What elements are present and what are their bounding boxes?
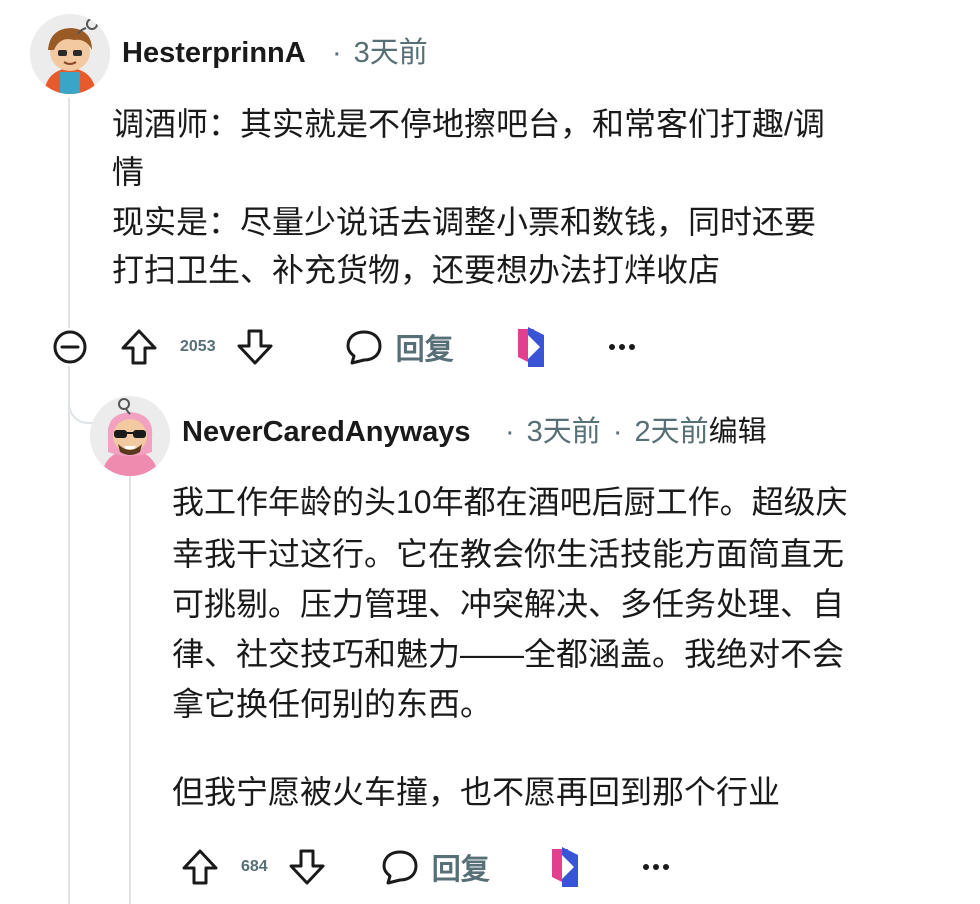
body-line: 可挑剔。压力管理、冲突解决、多任务处理、自 [172, 586, 845, 622]
comment-actions: 2053 回复 [118, 325, 636, 369]
award-button[interactable] [548, 845, 584, 889]
body-line: 幸我干过这行。它在教会你生活技能方面简直无 [172, 536, 845, 572]
award-button[interactable] [514, 325, 550, 369]
reply-icon [382, 850, 418, 885]
reply-icon [346, 330, 382, 365]
reply-label: 回复 [395, 334, 454, 366]
award-icon [517, 327, 544, 367]
comment-actions: 684 回复 [179, 845, 670, 889]
more-icon [608, 344, 635, 350]
comment-time[interactable]: 3天前 [354, 37, 428, 69]
body-line: 但我宁愿被火车撞，也不愿再回到那个行业 [172, 774, 781, 810]
username[interactable]: NeverCaredAnyways [182, 415, 471, 449]
thread-line-main[interactable] [68, 98, 70, 328]
downvote-icon [289, 849, 325, 885]
avatar-image [30, 14, 110, 94]
meta-separator: · [505, 416, 515, 448]
avatar[interactable] [90, 396, 170, 476]
comment-time[interactable]: 3天前 [527, 416, 601, 448]
body-line: 调酒师：其实就是不停地擦吧台，和常客们打趣/调 [112, 106, 825, 142]
downvote-button[interactable] [234, 326, 276, 368]
edited-label: 编辑 [708, 416, 767, 448]
body-line: 我工作年龄的头10年都在酒吧后厨工作。超级庆 [172, 484, 848, 520]
more-icon [642, 864, 669, 870]
vote-count: 684 [241, 858, 268, 875]
award-icon [551, 847, 578, 887]
reply-label: 回复 [431, 854, 490, 886]
body-line: 律、社交技巧和魅力——全都涵盖。我绝对不会 [172, 636, 845, 672]
collapse-button[interactable] [51, 328, 89, 366]
meta-separator: · [612, 416, 623, 448]
body-line: 打扫卫生、补充货物，还要想办法打烊收店 [112, 252, 721, 288]
upvote-icon [121, 329, 157, 365]
body-line: 情 [112, 154, 145, 190]
more-button[interactable] [608, 342, 636, 352]
body-line: 现实是：尽量少说话去调整小票和数钱，同时还要 [112, 204, 817, 240]
meta-separator: · [332, 37, 342, 69]
edited-time: 2天前 [634, 416, 709, 448]
upvote-button[interactable] [118, 326, 160, 368]
more-button[interactable] [642, 862, 670, 872]
body-line: 拿它换任何别的东西。 [172, 686, 493, 722]
avatar[interactable] [30, 14, 110, 94]
reply-button[interactable]: 回复 [380, 846, 490, 888]
username[interactable]: HesterprinnA [122, 36, 306, 70]
downvote-icon [237, 329, 273, 365]
vote-count: 2053 [180, 338, 216, 355]
comment-meta: · 3天前 · 2天前编辑 [505, 415, 767, 449]
comment-meta: · 3天前 [332, 36, 428, 70]
downvote-button[interactable] [286, 846, 328, 888]
collapse-icon [53, 330, 87, 364]
thread-line-main-lower[interactable] [68, 366, 70, 904]
thread-line-reply[interactable] [129, 476, 131, 904]
upvote-icon [182, 849, 218, 885]
avatar-image [90, 396, 170, 476]
upvote-button[interactable] [179, 846, 221, 888]
reply-button[interactable]: 回复 [344, 326, 454, 368]
